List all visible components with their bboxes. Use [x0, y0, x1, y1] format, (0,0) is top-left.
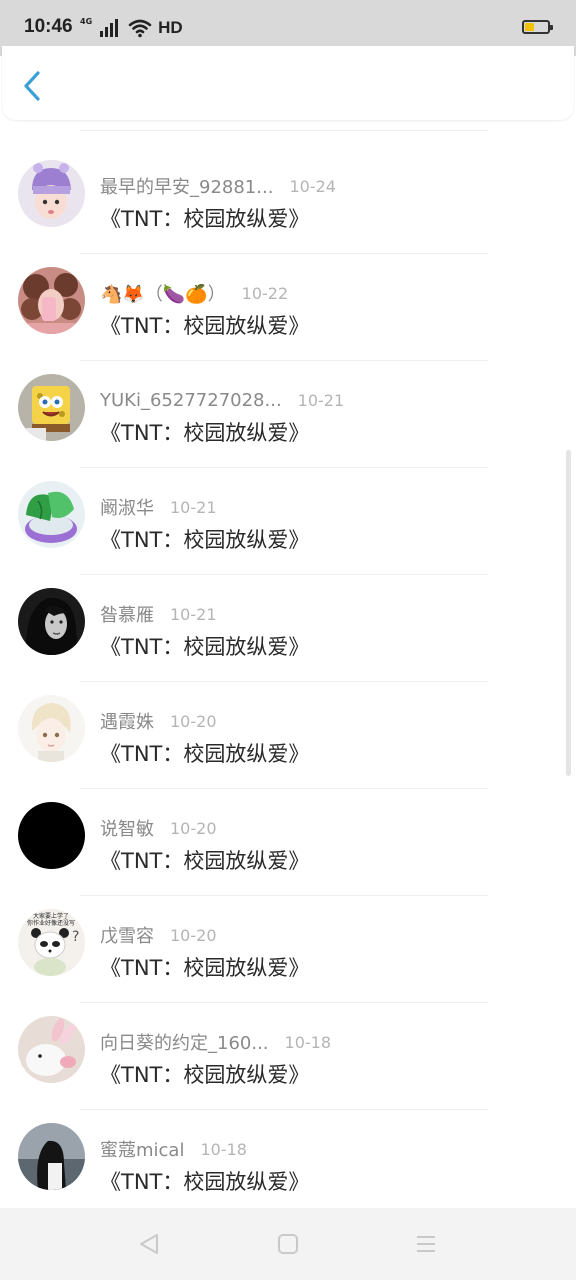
- hd-indicator: HD: [158, 18, 183, 37]
- book-title[interactable]: 《TNT：校园放纵爱》: [100, 1166, 309, 1196]
- date: 10-20: [170, 711, 217, 731]
- status-time: 10:46: [24, 16, 73, 37]
- avatar[interactable]: [18, 588, 85, 655]
- list-item[interactable]: 向日葵的约定_160... 10-18 《TNT：校园放纵爱》: [0, 1003, 576, 1110]
- user-name: 蜜蔻mical: [100, 1140, 185, 1161]
- book-title[interactable]: 《TNT：校园放纵爱》: [100, 417, 309, 447]
- user-name: 向日葵的约定_160...: [100, 1033, 269, 1054]
- navigation-bar: [0, 1208, 576, 1280]
- user-name: 阚淑华: [100, 498, 154, 519]
- nav-back-button[interactable]: [137, 1232, 161, 1256]
- date: 10-21: [297, 390, 345, 410]
- battery-icon: [522, 20, 553, 34]
- date: 10-20: [170, 925, 217, 945]
- book-title[interactable]: 《TNT：校园放纵爱》: [100, 738, 309, 768]
- list-item[interactable]: 遇霞姝 10-20 《TNT：校园放纵爱》: [0, 682, 576, 789]
- scrollbar[interactable]: [566, 450, 571, 776]
- list-item[interactable]: 🐴🦊（🍆🍊） 10-22 《TNT：校园放纵爱》: [0, 254, 576, 361]
- wifi-icon: [128, 19, 152, 38]
- menu-lines-icon: [417, 1236, 435, 1252]
- list-item[interactable]: 昝慕雁 10-21 《TNT：校园放纵爱》: [0, 575, 576, 682]
- user-name: 遇霞姝: [100, 712, 154, 733]
- status-icons: 4G HD: [80, 16, 183, 40]
- date: 10-18: [284, 1032, 332, 1052]
- triangle-back-icon: [140, 1234, 158, 1254]
- battery-fill: [525, 23, 534, 31]
- avatar[interactable]: [18, 374, 85, 441]
- user-name: YUKi_6527727028...: [100, 389, 282, 411]
- avatar[interactable]: 大家要上学了 你作业好像还没写 ?: [18, 909, 85, 976]
- list-item[interactable]: 蜜蔻mical 10-18 《TNT：校园放纵爱》: [0, 1110, 576, 1217]
- divider: [80, 130, 488, 131]
- date: 10-18: [200, 1139, 247, 1159]
- user-name: 昝慕雁: [100, 605, 154, 626]
- book-title[interactable]: 《TNT：校园放纵爱》: [100, 845, 309, 875]
- avatar[interactable]: [18, 481, 85, 548]
- nav-home-button[interactable]: [276, 1232, 300, 1256]
- signal-icon: [100, 19, 119, 37]
- header-bar: [2, 46, 574, 120]
- user-name: 戊雪容: [100, 926, 154, 947]
- list-item[interactable]: 最早的早安_92881... 10-24 《TNT：校园放纵爱》: [0, 147, 576, 254]
- list-item[interactable]: 大家要上学了 你作业好像还没写 ? 戊雪容 10-20 《TNT：校园放纵爱》: [0, 896, 576, 1003]
- book-title[interactable]: 《TNT：校园放纵爱》: [100, 203, 309, 233]
- square-home-icon: [278, 1234, 298, 1254]
- svg-text:?: ?: [72, 929, 79, 945]
- avatar[interactable]: [18, 160, 85, 227]
- book-title[interactable]: 《TNT：校园放纵爱》: [100, 952, 309, 982]
- nav-menu-button[interactable]: [414, 1232, 438, 1256]
- network-type: 4G: [80, 17, 93, 26]
- back-button[interactable]: [18, 68, 48, 104]
- meme-text: 大家要上学了: [33, 912, 69, 920]
- date: 10-20: [170, 818, 217, 838]
- date: 10-24: [289, 176, 336, 196]
- user-name: 🐴🦊（🍆🍊）: [100, 284, 226, 305]
- chevron-left-icon: [24, 71, 40, 101]
- user-name: 说智敏: [100, 819, 154, 840]
- meme-text: 你作业好像还没写: [27, 919, 75, 927]
- avatar[interactable]: [18, 695, 85, 762]
- book-title[interactable]: 《TNT：校园放纵爱》: [100, 524, 309, 554]
- date: 10-21: [170, 604, 217, 624]
- user-name: 最早的早安_92881...: [100, 177, 274, 198]
- list-item[interactable]: 说智敏 10-20 《TNT：校园放纵爱》: [0, 789, 576, 896]
- avatar[interactable]: [18, 802, 85, 869]
- list-item[interactable]: YUKi_6527727028... 10-21 《TNT：校园放纵爱》: [0, 361, 576, 468]
- date: 10-21: [170, 497, 217, 517]
- list-item[interactable]: 阚淑华 10-21 《TNT：校园放纵爱》: [0, 468, 576, 575]
- book-title[interactable]: 《TNT：校园放纵爱》: [100, 1059, 309, 1089]
- avatar[interactable]: [18, 267, 85, 334]
- book-title[interactable]: 《TNT：校园放纵爱》: [100, 631, 309, 661]
- book-title[interactable]: 《TNT：校园放纵爱》: [100, 310, 309, 340]
- date: 10-22: [241, 283, 289, 303]
- avatar[interactable]: [18, 1123, 85, 1190]
- avatar[interactable]: [18, 1016, 85, 1083]
